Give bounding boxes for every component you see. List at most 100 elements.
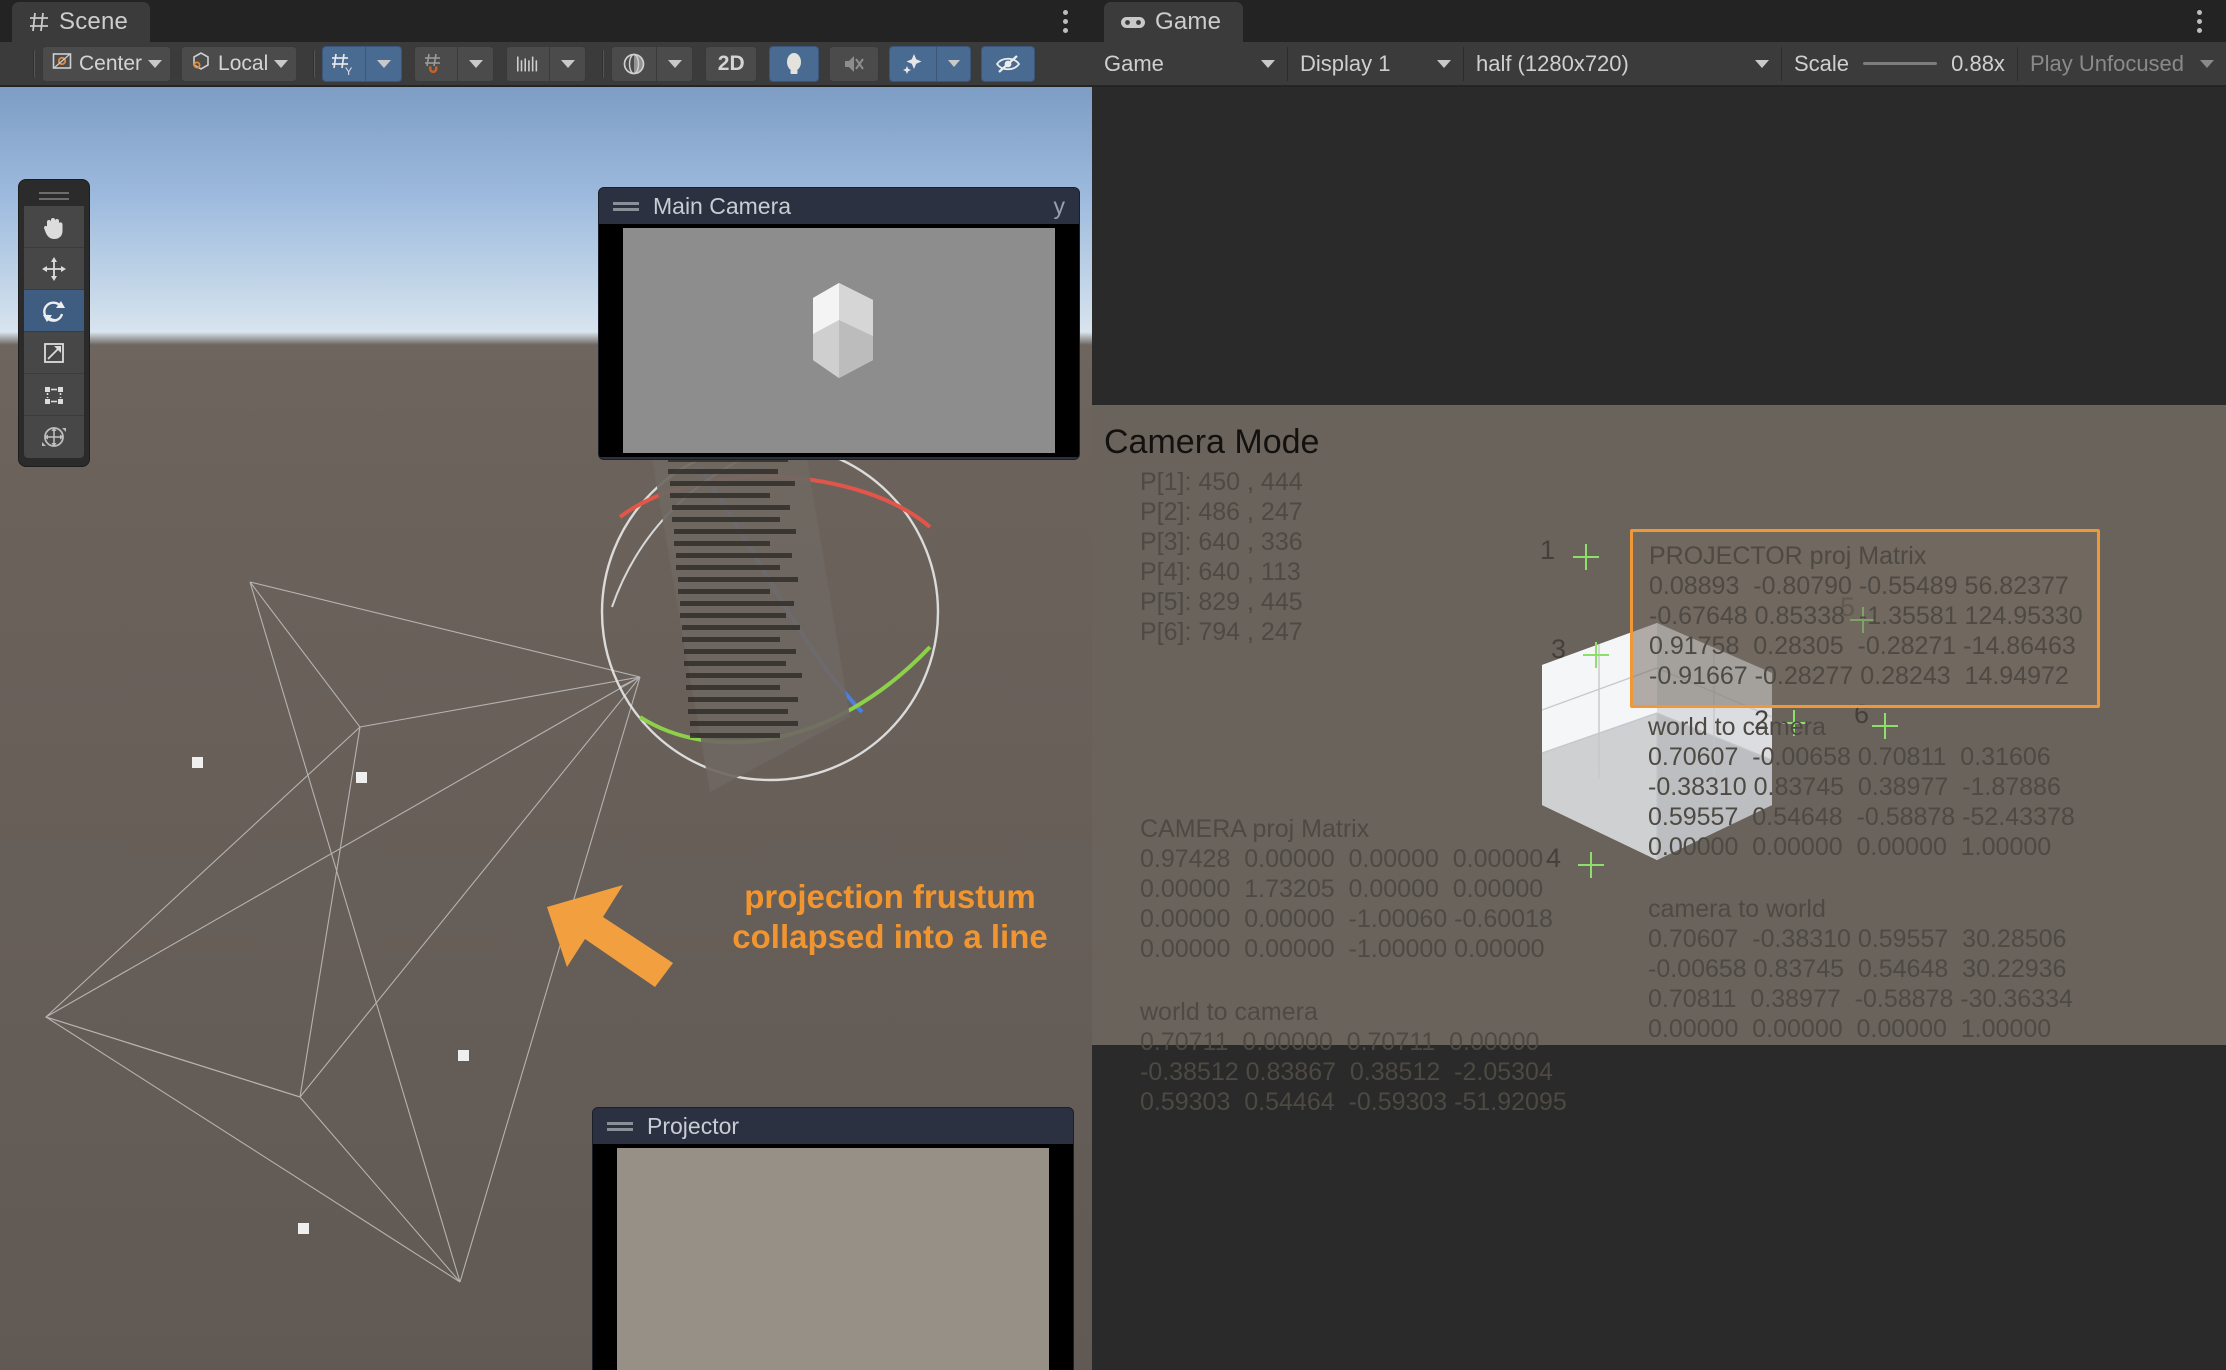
drag-handle-icon[interactable] — [607, 1121, 633, 1131]
pivot-mode-button[interactable]: Center — [42, 45, 172, 82]
matrix-row: -0.38310 0.83745 0.38977 -1.87886 — [1648, 773, 2061, 801]
toggle-2d-button[interactable]: 2D — [705, 45, 758, 82]
scale-label: Scale — [1793, 50, 1849, 76]
play-mode-dropdown[interactable]: Play Unfocused — [2017, 46, 2226, 81]
matrix-row: 0.00000 1.73205 0.00000 0.00000 — [1140, 875, 1544, 903]
chevron-down-icon — [148, 59, 163, 68]
point-row: P[5]: 829 , 445 — [1140, 588, 1303, 616]
grid-snap-magnet-icon — [425, 53, 441, 73]
vertex-crosshair — [1578, 852, 1604, 878]
toolbar-divider — [313, 49, 316, 78]
scene-view-options-dropdown[interactable] — [657, 45, 694, 82]
tab-scene[interactable]: Scene — [12, 2, 151, 42]
camera-proj-matrix-block: CAMERA proj Matrix 0.97428 0.00000 0.000… — [1140, 815, 1553, 964]
chevron-down-icon — [1260, 59, 1275, 68]
grid-axis-button[interactable]: Y — [322, 45, 367, 82]
drag-handle-icon[interactable] — [613, 201, 639, 211]
scene-more-options-icon[interactable] — [1052, 6, 1078, 36]
scale-slider-track[interactable] — [1862, 62, 1938, 65]
gamepad-icon — [1120, 13, 1146, 31]
scene-view-options-button[interactable] — [611, 45, 658, 82]
matrix-row: 0.70607 -0.38310 0.59557 30.28506 — [1648, 925, 2067, 953]
projector-proj-matrix-box: PROJECTOR proj Matrix 0.08893 -0.80790 -… — [1630, 529, 2100, 708]
move-tool[interactable] — [24, 248, 84, 290]
matrix-row: 0.59557 0.54648 -0.58878 -52.43378 — [1648, 803, 2075, 831]
orange-arrow-icon — [547, 885, 673, 987]
point-row: P[1]: 450 , 444 — [1140, 468, 1303, 496]
world-to-camera-left-block: world to camera 0.70711 0.00000 0.70711 … — [1140, 998, 1567, 1117]
transform-combined-icon — [42, 427, 66, 447]
camera-mode-title: Camera Mode — [1104, 423, 1320, 461]
snap-increment-group — [506, 45, 587, 82]
toggle-audio-button[interactable] — [829, 45, 880, 82]
projector-preview-header[interactable]: Projector — [593, 1108, 1073, 1144]
palette-drag-handle[interactable] — [24, 186, 84, 206]
rect-tool[interactable] — [24, 374, 84, 416]
scene-viewport[interactable]: Main Camera y Projector projection frust… — [0, 87, 1092, 1370]
rotate-tool[interactable] — [24, 290, 84, 332]
view-mode-label: Game — [1104, 50, 1164, 76]
chevron-down-icon — [947, 60, 960, 67]
view-mode-dropdown[interactable]: Game — [1092, 46, 1288, 81]
point-row: P[6]: 794 , 247 — [1140, 618, 1303, 646]
scale-tool[interactable] — [24, 332, 84, 374]
scale-slider-control[interactable]: Scale 0.88x — [1781, 46, 2018, 81]
toggle-lighting-button[interactable] — [769, 45, 820, 82]
scene-tools-palette — [18, 179, 90, 467]
vertex-crosshair — [1583, 642, 1609, 668]
chevron-down-icon — [376, 59, 391, 68]
chevron-down-icon — [468, 59, 483, 68]
grid-axis-dropdown[interactable] — [366, 45, 403, 82]
game-more-options-icon[interactable] — [2186, 6, 2212, 36]
matrix-row: -0.00658 0.83745 0.54648 30.22936 — [1648, 955, 2067, 983]
scale-value: 0.88x — [1951, 50, 2005, 76]
projector-preview-title: Projector — [647, 1112, 740, 1139]
handle-space-button[interactable]: Local — [181, 45, 298, 82]
scene-fx-group — [889, 45, 972, 82]
hand-tool[interactable] — [24, 206, 84, 248]
scene-tabstrip: Scene — [0, 0, 1092, 42]
axis-label-y: y — [1053, 192, 1066, 219]
world-to-camera-right-block: world to camera 0.70607 -0.00658 0.70811… — [1648, 713, 2075, 862]
pivot-center-icon — [51, 50, 73, 78]
display-dropdown[interactable]: Display 1 — [1287, 46, 1464, 81]
snap-increment-icon — [517, 56, 538, 71]
main-camera-preview-header[interactable]: Main Camera y — [599, 188, 1079, 224]
resolution-label: half (1280x720) — [1475, 50, 1629, 76]
camera-to-world-block: camera to world 0.70607 -0.38310 0.59557… — [1648, 895, 2073, 1044]
grid-axis-group: Y — [322, 45, 403, 82]
game-toolbar: Game Display 1 half (1280x720) Scale 0.8… — [1092, 42, 2226, 86]
projector-preview[interactable]: Projector — [592, 1107, 1074, 1370]
scene-effects-icon — [903, 53, 922, 74]
transform-tool[interactable] — [24, 416, 84, 458]
tab-game[interactable]: Game — [1104, 2, 1244, 42]
game-viewport[interactable]: 1 2 3 4 5 6 Camera Mode P[1]: 450 , 444 … — [1092, 87, 2226, 1370]
grid-snap-button[interactable] — [414, 45, 459, 82]
toggle-fx-button[interactable] — [889, 45, 938, 82]
snap-increment-dropdown[interactable] — [550, 45, 587, 82]
toolbar-divider — [602, 49, 605, 78]
play-mode-label: Play Unfocused — [2029, 50, 2185, 76]
chevron-down-icon — [2200, 59, 2215, 68]
matrix-row: -0.38512 0.83867 0.38512 -2.05304 — [1140, 1058, 1553, 1086]
main-camera-render — [623, 228, 1055, 453]
matrix-row: 0.70811 0.38977 -0.58878 -30.36334 — [1648, 985, 2073, 1013]
grid-snap-dropdown[interactable] — [458, 45, 495, 82]
toggle-2d-label: 2D — [717, 51, 745, 75]
resolution-dropdown[interactable]: half (1280x720) — [1463, 46, 1782, 81]
toolbar-divider — [33, 49, 35, 78]
svg-text:Y: Y — [345, 66, 353, 76]
toggle-scene-visibility-button[interactable] — [981, 45, 1036, 82]
display-label: Display 1 — [1299, 50, 1391, 76]
chevron-down-icon — [274, 59, 289, 68]
main-camera-preview[interactable]: Main Camera y — [598, 187, 1080, 460]
snap-increment-button[interactable] — [506, 45, 551, 82]
matrix-row: 0.59303 0.54464 -0.59303 -51.92095 — [1140, 1088, 1567, 1116]
matrix-row: -0.91667 -0.28277 0.28243 14.94972 — [1649, 662, 2069, 690]
scene-view-options-group — [611, 45, 694, 82]
grid-y-axis-icon: Y — [332, 53, 353, 76]
vertex-crosshair — [1573, 544, 1599, 570]
matrix-row: 0.00000 0.00000 -1.00000 0.00000 — [1140, 935, 1545, 963]
scene-fx-dropdown[interactable] — [937, 45, 972, 82]
projector-matrix-label: PROJECTOR proj Matrix — [1649, 542, 1927, 570]
